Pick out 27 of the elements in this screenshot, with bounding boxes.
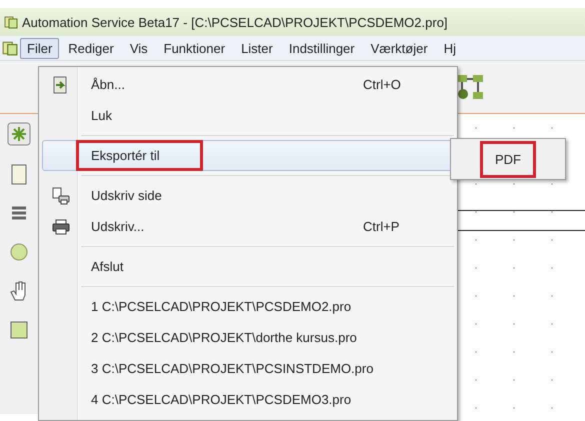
menu-item[interactable]: Værktøjer [364,38,435,58]
printer-icon [52,218,70,234]
menu-item[interactable]: Indstillinger [282,38,362,58]
open-folder-icon [53,76,69,94]
menu-item[interactable]: 1 C:\PCSELCAD\PROJEKT\PCSDEMO2.pro [42,291,454,322]
star-tool-icon[interactable] [7,122,31,146]
menu-item[interactable]: Udskriv... Ctrl+P [42,211,454,242]
menu-item[interactable]: Funktioner [156,38,232,58]
app-icon [2,40,18,56]
network-diagram-icon[interactable] [455,72,485,102]
menu-item[interactable]: 2 C:\PCSELCAD\PROJEKT\dorthe kursus.pro [42,322,454,353]
menu-item[interactable]: Lister [234,38,280,58]
app-icon [4,15,18,29]
print-page-icon [52,186,70,204]
menu-item[interactable]: 4 C:\PCSELCAD\PROJEKT\PCSDEMO3.pro [42,384,454,415]
menu-item[interactable]: 3 C:\PCSELCAD\PROJEKT\PCSINSTDEMO.pro [42,353,454,384]
menu-item[interactable]: Filer [20,38,60,58]
square-icon[interactable] [9,320,29,340]
window-title: Automation Service Beta17 - [C:\PCSELCAD\PROJEKT\PCSDEMO2.pro] [22,14,448,30]
menu-item[interactable]: Afslut [42,251,454,282]
menu-item[interactable]: Hj [436,38,463,58]
circle-icon[interactable] [9,242,29,262]
menu-item[interactable]: Luk [42,100,454,131]
menu-item[interactable]: Udskriv side [42,180,454,211]
menu-item[interactable]: Rediger [61,38,121,58]
document-icon[interactable] [9,164,29,186]
menu-item[interactable]: Vis [122,38,155,58]
